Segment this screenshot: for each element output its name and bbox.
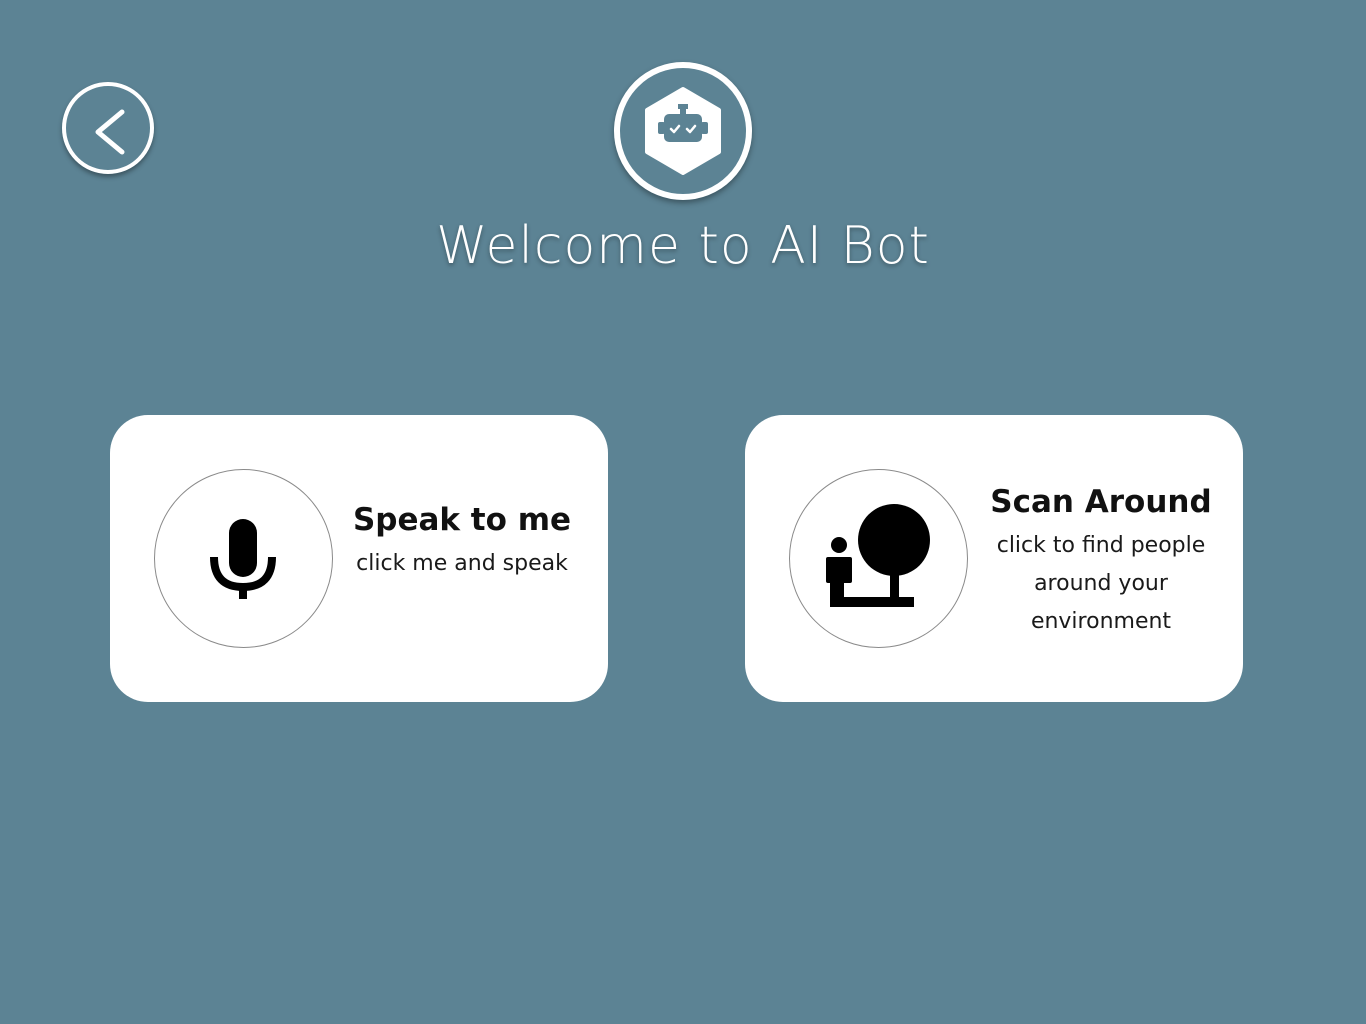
scan-card-subtitle: click to find people around your environ… xyxy=(996,533,1206,634)
scan-icon-circle xyxy=(789,469,968,648)
speak-card-subtitle: click me and speak xyxy=(356,551,568,576)
speak-card-title: Speak to me xyxy=(352,502,572,538)
back-button[interactable] xyxy=(62,82,154,174)
robot-hexagon-icon xyxy=(645,87,721,175)
chevron-left-icon xyxy=(95,109,125,155)
scan-card-text: Scan Around click to find people around … xyxy=(979,481,1223,641)
speak-icon-circle xyxy=(154,469,333,648)
person-tree-scan-icon xyxy=(826,504,930,607)
speak-to-me-card[interactable]: Speak to me click me and speak xyxy=(110,415,608,702)
speak-card-text: Speak to me click me and speak xyxy=(342,499,582,583)
scan-around-card[interactable]: Scan Around click to find people around … xyxy=(745,415,1243,702)
page-title: Welcome to AI Bot xyxy=(436,216,930,276)
bot-logo xyxy=(614,62,752,200)
microphone-icon xyxy=(210,519,276,599)
page: Welcome to AI Bot Speak to me click me a… xyxy=(0,0,1366,1024)
scan-card-title: Scan Around xyxy=(990,484,1212,520)
